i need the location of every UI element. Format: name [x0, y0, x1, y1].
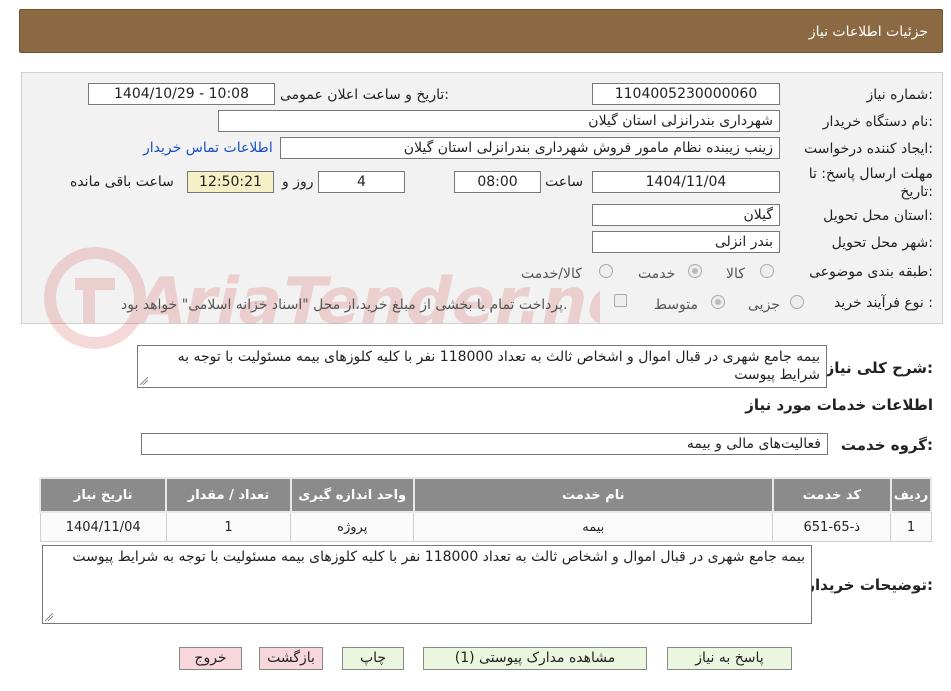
buyer-org-field[interactable]: شهرداری بندرانزلی استان گیلان — [218, 110, 780, 132]
need-number-label: شماره نیاز: — [866, 87, 933, 103]
purchase-type-label: نوع فرآیند خرید : — [834, 295, 933, 311]
service-group-label: گروه خدمت: — [840, 436, 933, 454]
category-label: طبقه بندی موضوعی: — [809, 264, 933, 280]
days-label: روز و — [282, 174, 314, 190]
cell-unit: پروژه — [290, 511, 415, 542]
col-row-number: ردیف — [889, 477, 933, 513]
reply-button[interactable]: پاسخ به نیاز — [667, 647, 792, 670]
delivery-city-label: شهر محل تحویل: — [831, 235, 933, 251]
page-title: جزئیات اطلاعات نیاز — [808, 24, 928, 40]
announce-datetime-label: تاریخ و ساعت اعلان عمومی: — [280, 87, 449, 103]
cell-service-name: بیمه — [413, 511, 774, 542]
deadline-time-field[interactable]: 08:00 — [454, 171, 541, 193]
back-button[interactable]: بازگشت — [259, 647, 323, 670]
announce-datetime-field[interactable]: 1404/10/29 - 10:08 — [88, 83, 275, 105]
cell-service-code: ذ-65-651 — [772, 511, 892, 542]
deadline-date-field[interactable]: 1404/11/04 — [592, 171, 780, 193]
requester-label: ایجاد کننده درخواست: — [804, 141, 933, 157]
col-service-name: نام خدمت — [412, 477, 774, 513]
buyer-contact-link[interactable]: اطلاعات تماس خریدار — [143, 140, 273, 156]
category-goods-label: کالا — [726, 266, 745, 282]
col-quantity: تعداد / مقدار — [165, 477, 292, 513]
service-group-field[interactable]: فعالیت‌های مالی و بیمه — [141, 433, 828, 455]
table-header-row: ردیف کد خدمت نام خدمت واحد اندازه گیری ت… — [38, 477, 933, 513]
purchase-medium-label: متوسط — [654, 297, 698, 313]
buyer-notes-text: بیمه جامع شهری در قبال اموال و اشخاص ثال… — [72, 549, 805, 565]
purchase-partial-radio[interactable] — [790, 295, 804, 309]
deadline-time-label: ساعت — [545, 174, 584, 190]
delivery-province-label: استان محل تحویل: — [823, 208, 933, 224]
resize-grip-icon[interactable] — [140, 377, 148, 385]
col-service-code: کد خدمت — [771, 477, 892, 513]
attachments-button[interactable]: مشاهده مدارک پیوستی (1) — [423, 647, 647, 670]
delivery-province-field[interactable]: گیلان — [592, 204, 780, 226]
purchase-medium-radio[interactable] — [711, 295, 725, 309]
remaining-label: ساعت باقی مانده — [70, 174, 174, 190]
treasury-checkbox[interactable] — [614, 294, 627, 307]
summary-label: شرح کلی نیاز: — [825, 359, 933, 377]
days-field[interactable]: 4 — [318, 171, 405, 193]
category-goods-radio[interactable] — [760, 264, 774, 278]
treasury-note: پرداخت تمام یا بخشی از مبلغ خرید،از محل … — [121, 297, 568, 313]
deadline-label: مهلت ارسال پاسخ: تا — [808, 166, 933, 182]
buyer-notes-textarea[interactable]: بیمه جامع شهری در قبال اموال و اشخاص ثال… — [42, 545, 812, 624]
services-section-title: اطلاعات خدمات مورد نیاز — [745, 396, 933, 414]
exit-button[interactable]: خروج — [179, 647, 242, 670]
buyer-org-label: نام دستگاه خریدار: — [822, 114, 933, 130]
summary-text: بیمه جامع شهری در قبال اموال و اشخاص ثال… — [177, 349, 820, 383]
category-service-radio[interactable] — [688, 264, 702, 278]
category-goods-service-radio[interactable] — [599, 264, 613, 278]
purchase-partial-label: جزیی — [748, 297, 780, 313]
remaining-time-field: 12:50:21 — [187, 171, 274, 193]
deadline-label-2: تاریخ: — [900, 184, 933, 200]
cell-need-date: 1404/11/04 — [39, 511, 167, 542]
resize-grip-icon[interactable] — [45, 613, 53, 621]
buyer-notes-label: توضیحات خریدار: — [806, 576, 933, 594]
col-need-date: تاریخ نیاز — [38, 477, 168, 513]
cell-quantity: 1 — [165, 511, 292, 542]
page-header: جزئیات اطلاعات نیاز — [19, 9, 943, 53]
need-number-field[interactable]: 1104005230000060 — [592, 83, 780, 105]
cell-row-number: 1 — [890, 511, 932, 542]
category-service-label: خدمت — [638, 266, 676, 282]
delivery-city-field[interactable]: بندر انزلی — [592, 231, 780, 253]
print-button[interactable]: چاپ — [342, 647, 404, 670]
requester-field[interactable]: زینب زیبنده نظام مامور فروش شهرداری بندر… — [280, 137, 780, 159]
table-row[interactable]: 1 ذ-65-651 بیمه پروژه 1 1404/11/04 — [39, 511, 932, 542]
col-unit: واحد اندازه گیری — [289, 477, 415, 513]
services-table: ردیف کد خدمت نام خدمت واحد اندازه گیری ت… — [38, 477, 933, 542]
summary-textarea[interactable]: بیمه جامع شهری در قبال اموال و اشخاص ثال… — [137, 345, 827, 388]
category-goods-service-label: کالا/خدمت — [521, 266, 582, 282]
